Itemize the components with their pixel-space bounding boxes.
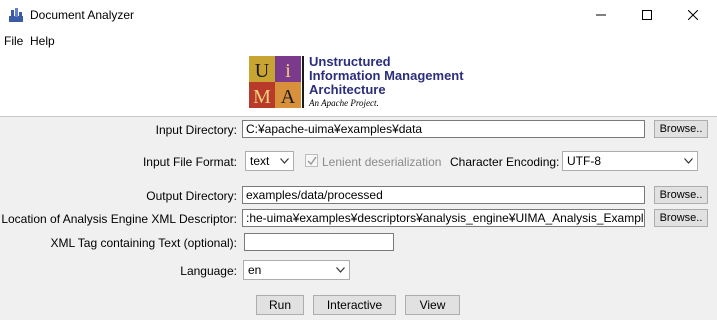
uima-banner: U i M A Unstructured Information Managem…: [0, 50, 717, 117]
chevron-down-icon: [336, 267, 345, 273]
title-bar: Document Analyzer: [0, 0, 717, 30]
logo-letter-a: A: [281, 86, 296, 108]
encoding-label: Character Encoding:: [450, 155, 560, 169]
menu-help[interactable]: Help: [30, 34, 55, 48]
close-button[interactable]: [670, 0, 716, 30]
input-directory-field[interactable]: C:¥apache-uima¥examples¥data: [242, 120, 645, 138]
checkmark-icon: [306, 156, 317, 165]
window-title: Document Analyzer: [30, 8, 135, 22]
maximize-button[interactable]: [624, 0, 670, 30]
chevron-down-icon: [684, 158, 693, 164]
logo-tagline: An Apache Project.: [309, 98, 379, 108]
input-format-select[interactable]: text: [245, 151, 294, 171]
input-directory-browse-button[interactable]: Browse..: [654, 120, 708, 138]
logo-letter-m: M: [253, 86, 271, 108]
menu-file[interactable]: File: [4, 34, 23, 48]
encoding-value: UTF-8: [567, 154, 601, 168]
lenient-label: Lenient deserialization: [322, 155, 442, 169]
interactive-button[interactable]: Interactive: [313, 295, 396, 315]
uima-app-icon: [9, 8, 23, 22]
descriptor-browse-button[interactable]: Browse..: [654, 209, 708, 227]
logo-text-line2: Information Management: [309, 68, 464, 83]
minimize-button[interactable]: [578, 0, 624, 30]
chevron-down-icon: [280, 158, 289, 164]
output-directory-label: Output Directory:: [146, 189, 237, 203]
run-button[interactable]: Run: [256, 295, 304, 315]
xml-tag-label: XML Tag containing Text (optional):: [50, 236, 237, 250]
uima-logo: U i M A: [249, 56, 301, 108]
encoding-select[interactable]: UTF-8: [562, 151, 698, 171]
logo-divider: [302, 56, 304, 108]
output-directory-field[interactable]: examples/data/processed: [242, 186, 645, 204]
language-value: en: [248, 263, 262, 277]
xml-tag-field[interactable]: [244, 233, 394, 251]
logo-text-line1: Unstructured: [309, 54, 391, 69]
close-icon: [688, 10, 698, 20]
input-format-label: Input File Format:: [142, 155, 237, 169]
menu-bar: File Help: [0, 30, 717, 50]
input-format-value: text: [250, 154, 270, 168]
output-directory-browse-button[interactable]: Browse..: [654, 186, 708, 204]
logo-letter-i: i: [285, 60, 291, 82]
descriptor-label: Location of Analysis Engine XML Descript…: [1, 212, 237, 226]
view-button[interactable]: View: [405, 295, 460, 315]
maximize-icon: [642, 10, 652, 20]
logo-letter-u: U: [255, 60, 270, 82]
logo-text-line3: Architecture: [309, 82, 386, 97]
language-label: Language:: [180, 264, 237, 278]
input-directory-label: Input Directory:: [155, 123, 237, 137]
descriptor-field[interactable]: :he-uima¥examples¥descriptors¥analysis_e…: [242, 209, 645, 227]
minimize-icon: [596, 14, 606, 16]
lenient-checkbox[interactable]: [305, 154, 318, 167]
language-select[interactable]: en: [243, 260, 350, 280]
